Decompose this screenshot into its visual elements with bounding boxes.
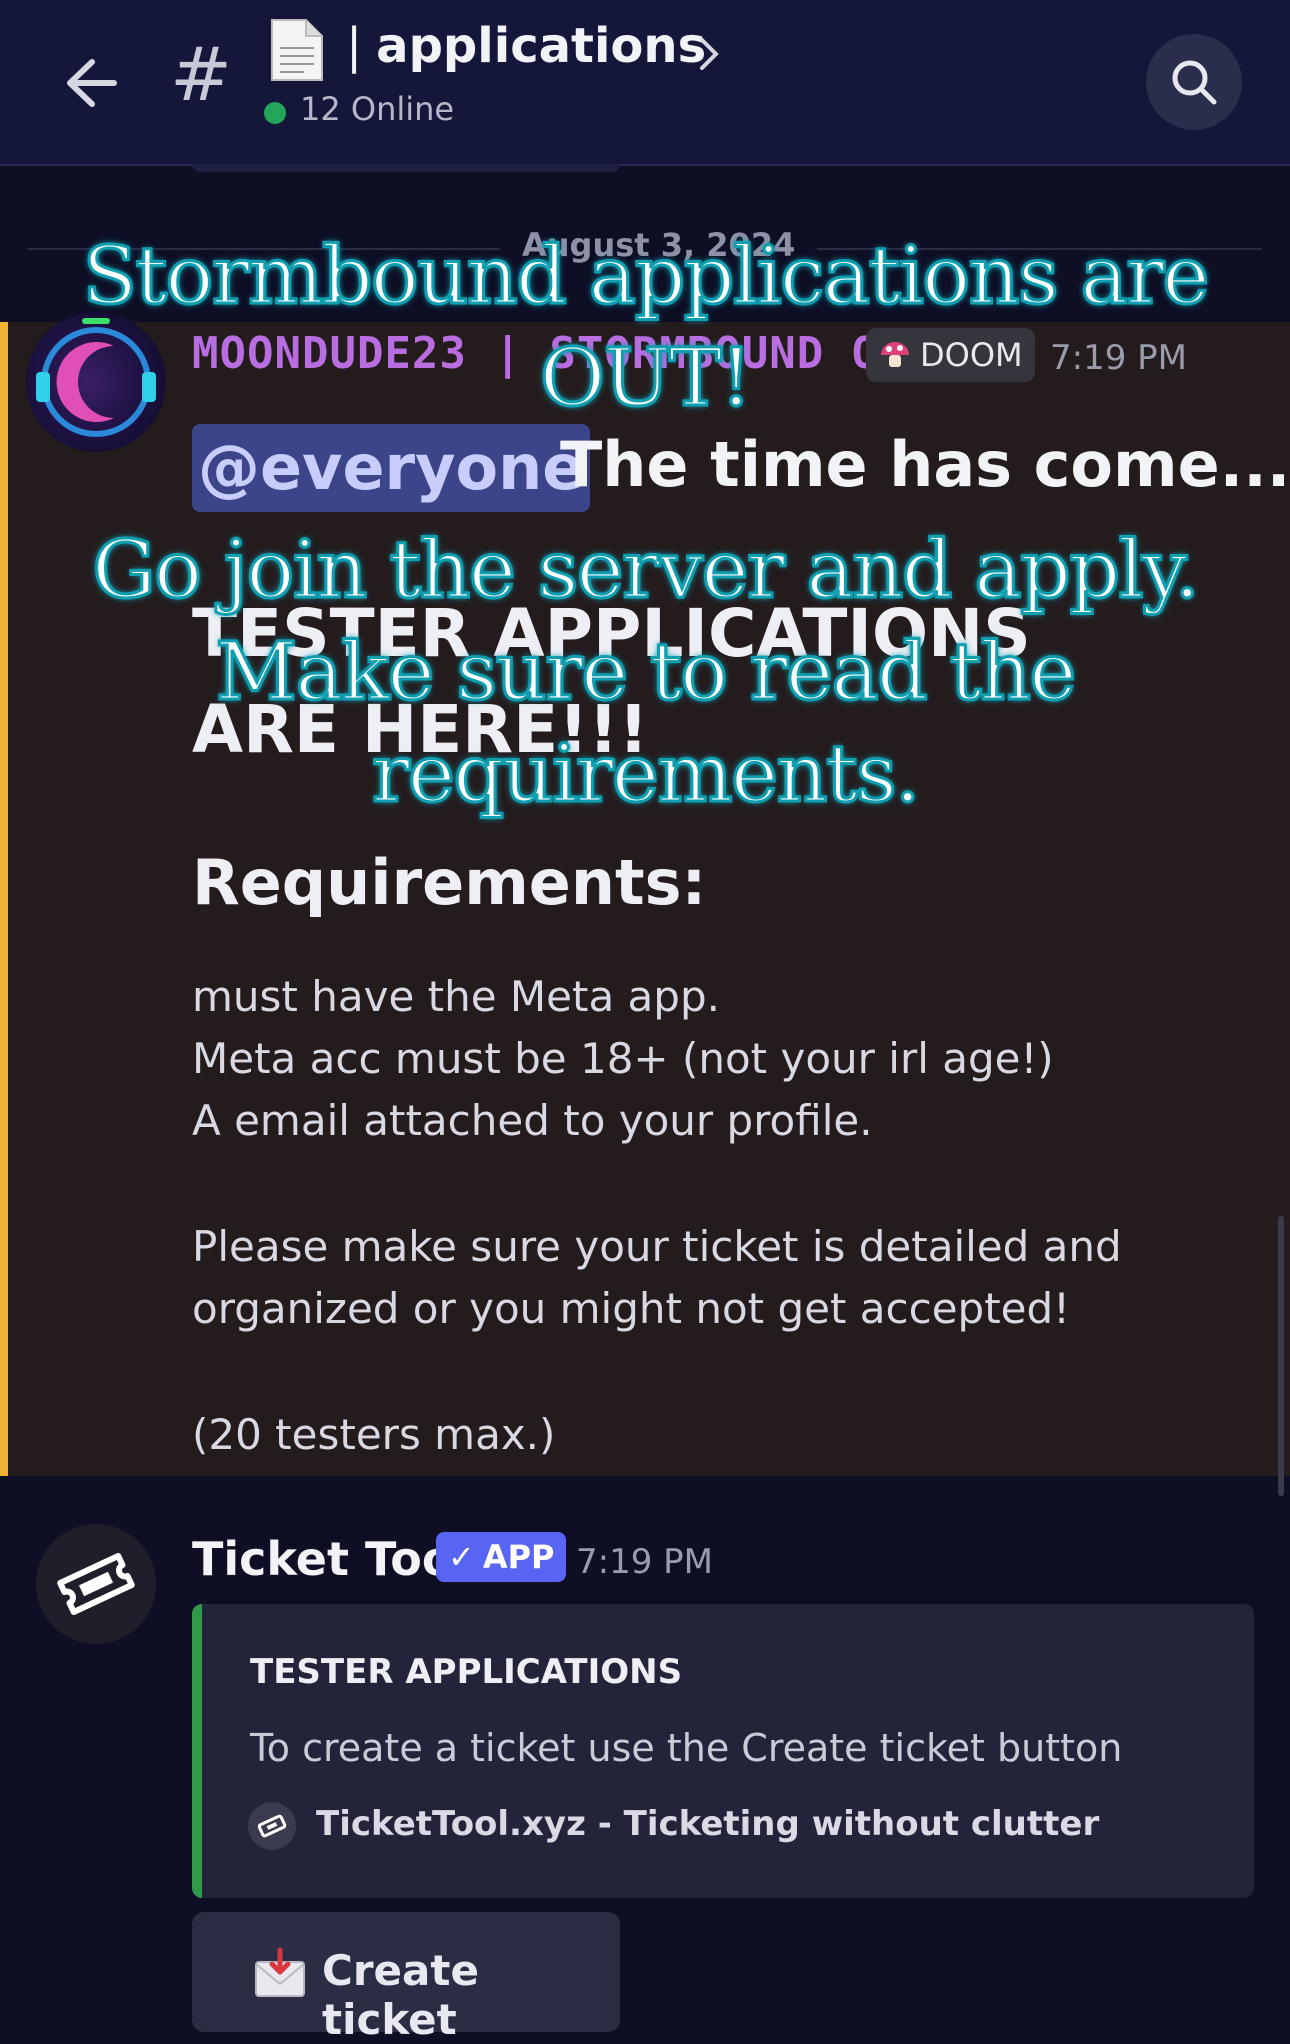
embed-description: To create a ticket use the Create ticket…	[250, 1726, 1123, 1770]
search-icon	[1172, 60, 1217, 105]
previous-message-edge	[192, 164, 620, 172]
requirement-item: Meta acc must be 18+ (not your irl age!)	[192, 1034, 1054, 1083]
back-arrow-icon[interactable]	[52, 48, 122, 118]
embed-footer: TicketTool.xyz - Ticketing without clutt…	[316, 1804, 1100, 1844]
ticket-icon	[57, 1552, 135, 1616]
channel-title[interactable]: | applications	[346, 18, 706, 74]
document-icon	[271, 19, 323, 81]
embed-title: TESTER APPLICATIONS	[250, 1652, 683, 1692]
requirements-heading: Requirements:	[192, 846, 707, 919]
channel-header: # | applications 12 Online	[0, 0, 1290, 166]
requirement-item: A email attached to your profile.	[192, 1096, 873, 1145]
search-button[interactable]	[1146, 34, 1242, 130]
title-separator: |	[346, 18, 363, 74]
online-status-dot	[264, 102, 286, 124]
channel-name: applications	[376, 18, 707, 74]
hash-icon: #	[170, 32, 233, 118]
overlay-caption: Make sure to read the	[214, 624, 1078, 720]
envelope-icon	[255, 1947, 305, 1997]
overlay-caption: requirements.	[370, 726, 922, 822]
create-ticket-label: Create ticket	[322, 1946, 479, 2044]
ticket-footer-icon	[248, 1802, 296, 1850]
tester-limit: (20 testers max.)	[192, 1410, 556, 1459]
verified-check-icon: ✓	[448, 1538, 475, 1576]
scrollbar[interactable]	[1278, 1216, 1284, 1496]
message-timestamp: 7:19 PM	[576, 1542, 713, 1582]
chevron-right-icon[interactable]	[694, 34, 724, 74]
online-count: 12 Online	[300, 90, 455, 128]
message-note: Please make sure your ticket is detailed…	[192, 1222, 1122, 1271]
app-badge: ✓ APP	[436, 1532, 567, 1582]
requirement-item: must have the Meta app.	[192, 972, 720, 1021]
bot-author[interactable]: Ticket Tool	[192, 1532, 469, 1586]
create-ticket-button[interactable]: Create ticket	[192, 1912, 620, 2044]
embed-card: TESTER APPLICATIONS To create a ticket u…	[192, 1604, 1254, 1898]
message-line: The time has come...	[560, 428, 1290, 501]
overlay-caption: OUT!	[538, 330, 754, 426]
everyone-mention[interactable]: @everyone	[192, 424, 591, 512]
bot-avatar[interactable]	[36, 1524, 156, 1644]
overlay-caption: Stormbound applications are	[81, 228, 1211, 324]
message-note: organized or you might not get accepted!	[192, 1284, 1071, 1333]
overlay-caption: Go join the server and apply.	[91, 522, 1202, 618]
app-badge-label: APP	[482, 1538, 555, 1576]
